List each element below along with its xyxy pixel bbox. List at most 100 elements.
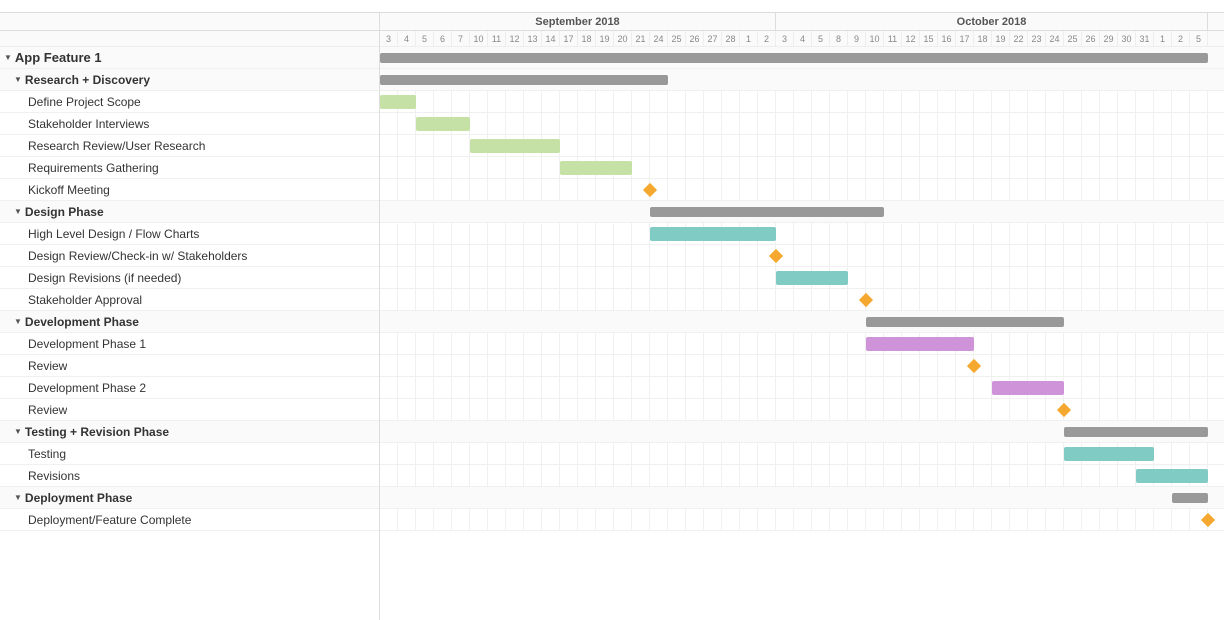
day-cell: 25 <box>668 31 686 46</box>
collapse-triangle[interactable]: ▼ <box>14 75 22 84</box>
gantt-bar-area <box>380 47 1224 531</box>
day-cell: 13 <box>524 31 542 46</box>
day-cell: 23 <box>1028 31 1046 46</box>
day-cell: 5 <box>812 31 830 46</box>
gantt-bar <box>1172 493 1208 503</box>
task-label: Deployment Phase <box>25 491 132 505</box>
day-cell: 3 <box>380 31 398 46</box>
day-cell: 24 <box>650 31 668 46</box>
day-cell: 25 <box>1064 31 1082 46</box>
task-label: Development Phase <box>25 315 139 329</box>
gantt-row <box>380 91 1224 113</box>
day-cell: 4 <box>398 31 416 46</box>
gantt-bar <box>560 161 632 175</box>
collapse-triangle[interactable]: ▼ <box>14 427 22 436</box>
gantt-row <box>380 201 1224 223</box>
collapse-triangle[interactable]: ▼ <box>14 493 22 502</box>
task-label: Define Project Scope <box>28 95 141 109</box>
gantt-row <box>380 509 1224 531</box>
gantt-row <box>380 113 1224 135</box>
gantt-bar <box>866 317 1064 327</box>
task-row: ▼Research + Discovery <box>0 69 379 91</box>
task-row: Review <box>0 399 379 421</box>
month-september: September 2018 <box>380 13 776 30</box>
collapse-triangle[interactable]: ▼ <box>14 317 22 326</box>
day-cell: 11 <box>884 31 902 46</box>
gantt-bar <box>1064 447 1154 461</box>
day-cell: 9 <box>848 31 866 46</box>
day-cell: 3 <box>776 31 794 46</box>
gantt-bar <box>866 337 974 351</box>
task-row: High Level Design / Flow Charts <box>0 223 379 245</box>
day-cell: 31 <box>1136 31 1154 46</box>
collapse-triangle[interactable]: ▼ <box>4 53 12 62</box>
day-cell: 10 <box>866 31 884 46</box>
day-cell: 18 <box>578 31 596 46</box>
day-cell: 11 <box>488 31 506 46</box>
collapse-triangle[interactable]: ▼ <box>14 207 22 216</box>
task-label: Stakeholder Approval <box>28 293 142 307</box>
gantt-diamond <box>1057 403 1071 417</box>
gantt-row <box>380 245 1224 267</box>
gantt-diamond <box>769 249 783 263</box>
day-cell: 7 <box>452 31 470 46</box>
task-row: Kickoff Meeting <box>0 179 379 201</box>
task-row: ▼Testing + Revision Phase <box>0 421 379 443</box>
task-row: Stakeholder Approval <box>0 289 379 311</box>
gantt-diamond <box>967 359 981 373</box>
month-header: September 2018October 2018 <box>380 13 1224 31</box>
gantt-bar <box>1136 469 1208 483</box>
day-cell: 21 <box>632 31 650 46</box>
day-cell: 27 <box>704 31 722 46</box>
task-label: Review <box>28 359 67 373</box>
day-cell: 28 <box>722 31 740 46</box>
task-label: Kickoff Meeting <box>28 183 110 197</box>
task-row: Testing <box>0 443 379 465</box>
day-cell: 6 <box>434 31 452 46</box>
gantt-bar <box>380 95 416 109</box>
day-cell: 26 <box>1082 31 1100 46</box>
gantt-bar <box>1064 427 1208 437</box>
gantt-diamond <box>859 293 873 307</box>
day-cell: 30 <box>1118 31 1136 46</box>
task-row: Research Review/User Research <box>0 135 379 157</box>
task-label: Research Review/User Research <box>28 139 205 153</box>
gantt-bar <box>380 75 668 85</box>
day-header: 3456710111213141718192021242526272812345… <box>380 31 1224 47</box>
task-row: Revisions <box>0 465 379 487</box>
gantt-row <box>380 377 1224 399</box>
page-title <box>0 0 1224 13</box>
task-label: Testing <box>28 447 66 461</box>
task-label: Development Phase 2 <box>28 381 146 395</box>
task-label: Design Review/Check-in w/ Stakeholders <box>28 249 247 263</box>
task-list: ▼App Feature 1▼Research + DiscoveryDefin… <box>0 13 380 620</box>
task-label: High Level Design / Flow Charts <box>28 227 199 241</box>
gantt-row <box>380 157 1224 179</box>
task-label: Design Phase <box>25 205 104 219</box>
day-cell: 5 <box>416 31 434 46</box>
day-cell: 26 <box>686 31 704 46</box>
gantt-row <box>380 47 1224 69</box>
day-cell: 20 <box>614 31 632 46</box>
day-cell: 17 <box>560 31 578 46</box>
task-label: Deployment/Feature Complete <box>28 513 191 527</box>
day-cell: 16 <box>938 31 956 46</box>
gantt-row <box>380 421 1224 443</box>
gantt-row <box>380 289 1224 311</box>
gantt-row <box>380 333 1224 355</box>
day-cell: 19 <box>596 31 614 46</box>
task-label: Testing + Revision Phase <box>25 425 169 439</box>
gantt-row <box>380 487 1224 509</box>
gantt-bar <box>416 117 470 131</box>
gantt-bar <box>650 227 776 241</box>
task-row: Development Phase 1 <box>0 333 379 355</box>
gantt-bar <box>470 139 560 153</box>
task-row: Design Review/Check-in w/ Stakeholders <box>0 245 379 267</box>
day-cell: 19 <box>992 31 1010 46</box>
day-cell: 8 <box>830 31 848 46</box>
month-october: October 2018 <box>776 13 1208 30</box>
gantt-row <box>380 443 1224 465</box>
gantt-row <box>380 179 1224 201</box>
gantt-area: September 2018October 2018 3456710111213… <box>380 13 1224 620</box>
day-cell: 29 <box>1100 31 1118 46</box>
